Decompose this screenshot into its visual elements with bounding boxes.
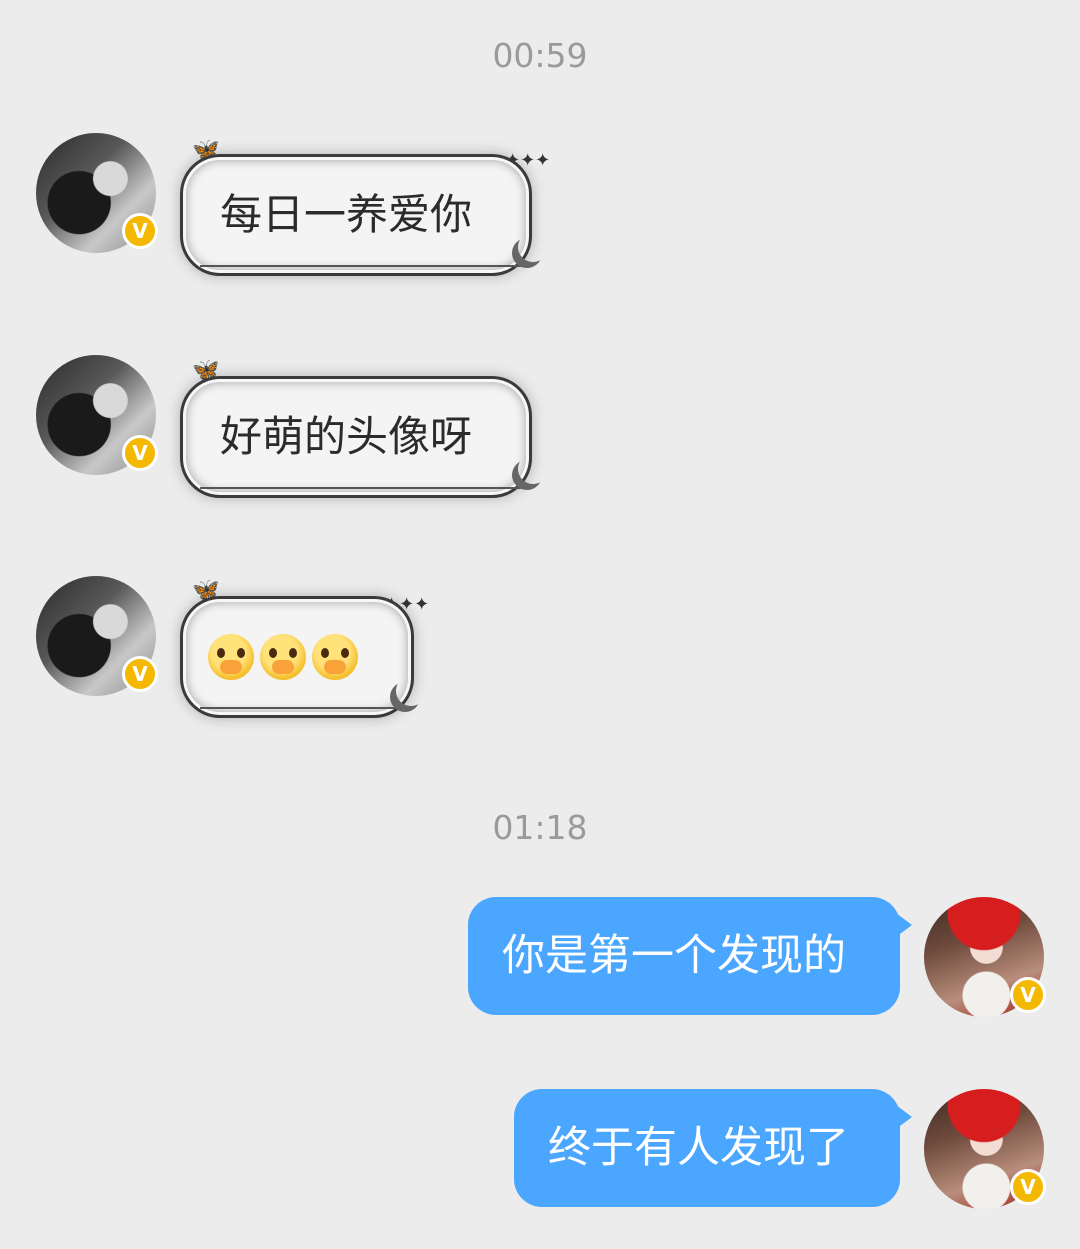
self-avatar[interactable]: V bbox=[924, 1089, 1046, 1209]
message-bubble-outgoing[interactable]: 你是第一个发现的 bbox=[468, 897, 912, 1015]
verified-badge-icon: V bbox=[122, 435, 158, 471]
bubble-underline bbox=[200, 707, 410, 709]
crying-face-emoji-icon bbox=[260, 634, 306, 680]
verified-badge-icon: V bbox=[1010, 1169, 1046, 1205]
bubble-underline bbox=[200, 265, 530, 267]
self-avatar[interactable]: V bbox=[924, 897, 1046, 1017]
timestamp-second: 01:18 bbox=[492, 808, 588, 847]
timestamp-first: 00:59 bbox=[492, 36, 588, 75]
message-bubble-incoming[interactable]: 好萌的头像呀 bbox=[186, 382, 526, 492]
message-text: 终于有人发现了 bbox=[548, 1123, 849, 1173]
message-text: 好萌的头像呀 bbox=[220, 412, 473, 461]
butterfly-icon: 🦋 bbox=[192, 358, 220, 383]
bubble-underline bbox=[200, 487, 530, 489]
bubble-tail bbox=[896, 913, 912, 937]
message-text: 你是第一个发现的 bbox=[502, 931, 846, 981]
butterfly-icon: 🦋 bbox=[192, 578, 220, 603]
contact-avatar[interactable]: V bbox=[36, 355, 158, 475]
moon-icon bbox=[518, 232, 548, 262]
crying-face-emoji-icon bbox=[208, 634, 254, 680]
verified-badge-icon: V bbox=[122, 656, 158, 692]
verified-badge-icon: V bbox=[1010, 977, 1046, 1013]
moon-icon bbox=[396, 676, 426, 706]
verified-badge-icon: V bbox=[122, 213, 158, 249]
butterfly-icon: 🦋 bbox=[192, 138, 220, 163]
moon-icon bbox=[518, 454, 548, 484]
emoji-row bbox=[208, 602, 386, 712]
contact-avatar[interactable]: V bbox=[36, 576, 158, 696]
message-bubble-incoming[interactable] bbox=[186, 602, 408, 712]
message-text: 每日一养爱你 bbox=[220, 190, 473, 239]
crying-face-emoji-icon bbox=[312, 634, 358, 680]
bubble-tail bbox=[896, 1105, 912, 1129]
contact-avatar[interactable]: V bbox=[36, 133, 158, 253]
message-bubble-outgoing[interactable]: 终于有人发现了 bbox=[514, 1089, 912, 1207]
message-bubble-incoming[interactable]: 每日一养爱你 bbox=[186, 160, 526, 270]
